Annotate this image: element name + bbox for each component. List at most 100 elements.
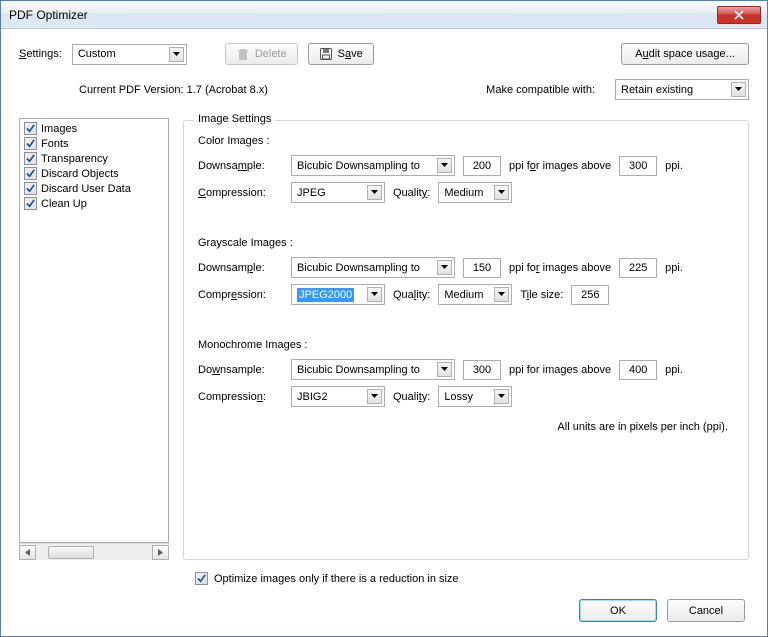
color-quality-label: Quality: bbox=[393, 187, 430, 199]
gray-quality-label: Quality: bbox=[393, 289, 430, 301]
mono-ppi-input[interactable]: 300 bbox=[463, 360, 501, 380]
list-item-label: Discard User Data bbox=[41, 183, 131, 195]
gray-section-title: Grayscale Images : bbox=[198, 237, 734, 249]
trash-icon bbox=[236, 47, 250, 61]
category-list[interactable]: Images Fonts TransparencyDiscard Objects Di… bbox=[19, 118, 169, 543]
settings-value: Custom bbox=[78, 48, 116, 60]
list-item[interactable]: Images bbox=[22, 121, 166, 136]
scroll-left-button[interactable] bbox=[19, 545, 36, 560]
list-item-checkbox[interactable] bbox=[24, 137, 37, 150]
optimize-label: Optimize images only if there is a reduc… bbox=[214, 573, 459, 585]
gray-above-label: ppi for images above bbox=[509, 262, 611, 274]
check-icon bbox=[26, 184, 35, 193]
save-button[interactable]: Save bbox=[308, 43, 374, 65]
color-downsample-combo[interactable]: Bicubic Downsampling to bbox=[291, 155, 455, 176]
version-text: Current PDF Version: 1.7 (Acrobat 8.x) bbox=[79, 84, 268, 96]
chevron-down-icon bbox=[367, 185, 382, 200]
chevron-down-icon bbox=[494, 287, 509, 302]
list-item[interactable]: Fonts bbox=[22, 136, 166, 151]
gray-compression-combo[interactable]: JPEG2000 bbox=[291, 284, 385, 305]
gray-quality-combo[interactable]: Medium bbox=[438, 284, 512, 305]
color-ppi-input[interactable]: 200 bbox=[463, 156, 501, 176]
mono-downsample-combo[interactable]: Bicubic Downsampling to bbox=[291, 359, 455, 380]
gray-compression-label: Compression: bbox=[198, 289, 283, 301]
chevron-down-icon bbox=[169, 47, 184, 62]
optimize-row: Optimize images only if there is a reduc… bbox=[29, 572, 749, 585]
color-compression-label: Compression: bbox=[198, 187, 283, 199]
gray-ppi-input[interactable]: 150 bbox=[463, 258, 501, 278]
gray-tile-input[interactable]: 256 bbox=[571, 285, 609, 305]
list-item-checkbox[interactable] bbox=[24, 197, 37, 210]
info-row: Current PDF Version: 1.7 (Acrobat 8.x) M… bbox=[79, 79, 749, 100]
gray-above-input[interactable]: 225 bbox=[619, 258, 657, 278]
optimize-checkbox[interactable] bbox=[195, 572, 208, 585]
close-icon bbox=[734, 10, 744, 20]
gray-tile-label: Tile size: bbox=[520, 289, 563, 301]
gray-downsample-combo[interactable]: Bicubic Downsampling to bbox=[291, 257, 455, 278]
list-item-checkbox[interactable] bbox=[24, 152, 37, 165]
list-item-label: Fonts bbox=[41, 138, 69, 150]
color-above-input[interactable]: 300 bbox=[619, 156, 657, 176]
delete-button: Delete bbox=[225, 43, 298, 65]
chevron-down-icon bbox=[367, 389, 382, 404]
units-note: All units are in pixels per inch (ppi). bbox=[198, 421, 728, 433]
chevron-down-icon bbox=[437, 158, 452, 173]
list-item-label: Transparency bbox=[41, 153, 108, 165]
titlebar: PDF Optimizer bbox=[1, 1, 767, 29]
chevron-down-icon bbox=[367, 287, 382, 302]
compat-value: Retain existing bbox=[621, 84, 693, 96]
check-icon bbox=[26, 124, 35, 133]
mono-quality-label: Quality: bbox=[393, 391, 430, 403]
compat-combo[interactable]: Retain existing bbox=[615, 79, 749, 100]
image-settings-panel: Image Settings Color Images : Downsample… bbox=[183, 120, 749, 560]
gray-downsample-row: Downsample: Bicubic Downsampling to 150 … bbox=[198, 257, 734, 278]
delete-label: Delete bbox=[255, 48, 287, 60]
save-icon bbox=[319, 47, 333, 61]
scroll-track[interactable] bbox=[36, 545, 152, 560]
list-item[interactable]: Clean Up bbox=[22, 196, 166, 211]
top-row: Settings: Custom Delete Save Audit space… bbox=[19, 43, 749, 65]
mono-above-input[interactable]: 400 bbox=[619, 360, 657, 380]
mono-quality-combo[interactable]: Lossy bbox=[438, 386, 512, 407]
scroll-thumb[interactable] bbox=[48, 546, 94, 559]
chevron-down-icon bbox=[437, 260, 452, 275]
mono-downsample-label: Downsample: bbox=[198, 364, 283, 376]
list-item[interactable]: Discard Objects bbox=[22, 166, 166, 181]
list-item[interactable]: Transparency bbox=[22, 151, 166, 166]
chevron-down-icon bbox=[494, 185, 509, 200]
chevron-down-icon bbox=[731, 82, 746, 97]
window: PDF Optimizer Settings: Custom Delete Sa… bbox=[0, 0, 768, 637]
check-icon bbox=[197, 574, 206, 583]
check-icon bbox=[26, 139, 35, 148]
audit-label: Audit space usage... bbox=[635, 48, 735, 60]
mono-downsample-row: Downsample: Bicubic Downsampling to 300 … bbox=[198, 359, 734, 380]
window-title: PDF Optimizer bbox=[9, 8, 717, 22]
list-item-checkbox[interactable] bbox=[24, 182, 37, 195]
mono-section-title: Monochrome Images : bbox=[198, 339, 734, 351]
settings-label: Settings: bbox=[19, 48, 62, 60]
sidebar-scrollbar[interactable] bbox=[19, 543, 169, 560]
check-icon bbox=[26, 154, 35, 163]
ok-button[interactable]: OK bbox=[579, 599, 657, 622]
mono-ppi-suffix: ppi. bbox=[665, 364, 683, 376]
scroll-right-button[interactable] bbox=[152, 545, 169, 560]
list-item[interactable]: Discard User Data bbox=[22, 181, 166, 196]
color-downsample-label: Downsample: bbox=[198, 160, 283, 172]
close-button[interactable] bbox=[717, 6, 761, 24]
footer: OK Cancel bbox=[19, 585, 749, 624]
gray-ppi-suffix: ppi. bbox=[665, 262, 683, 274]
chevron-down-icon bbox=[437, 362, 452, 377]
mono-compression-combo[interactable]: JBIG2 bbox=[291, 386, 385, 407]
color-compression-combo[interactable]: JPEG bbox=[291, 182, 385, 203]
content: Settings: Custom Delete Save Audit space… bbox=[1, 29, 767, 636]
audit-button[interactable]: Audit space usage... bbox=[621, 43, 749, 65]
settings-combo[interactable]: Custom bbox=[72, 44, 187, 65]
color-section-title: Color Images : bbox=[198, 135, 734, 147]
list-item-checkbox[interactable] bbox=[24, 122, 37, 135]
list-item-checkbox[interactable] bbox=[24, 167, 37, 180]
check-icon bbox=[26, 169, 35, 178]
cancel-button[interactable]: Cancel bbox=[667, 599, 745, 622]
color-quality-combo[interactable]: Medium bbox=[438, 182, 512, 203]
color-ppi-suffix: ppi. bbox=[665, 160, 683, 172]
mono-compression-label: Compression: bbox=[198, 391, 283, 403]
